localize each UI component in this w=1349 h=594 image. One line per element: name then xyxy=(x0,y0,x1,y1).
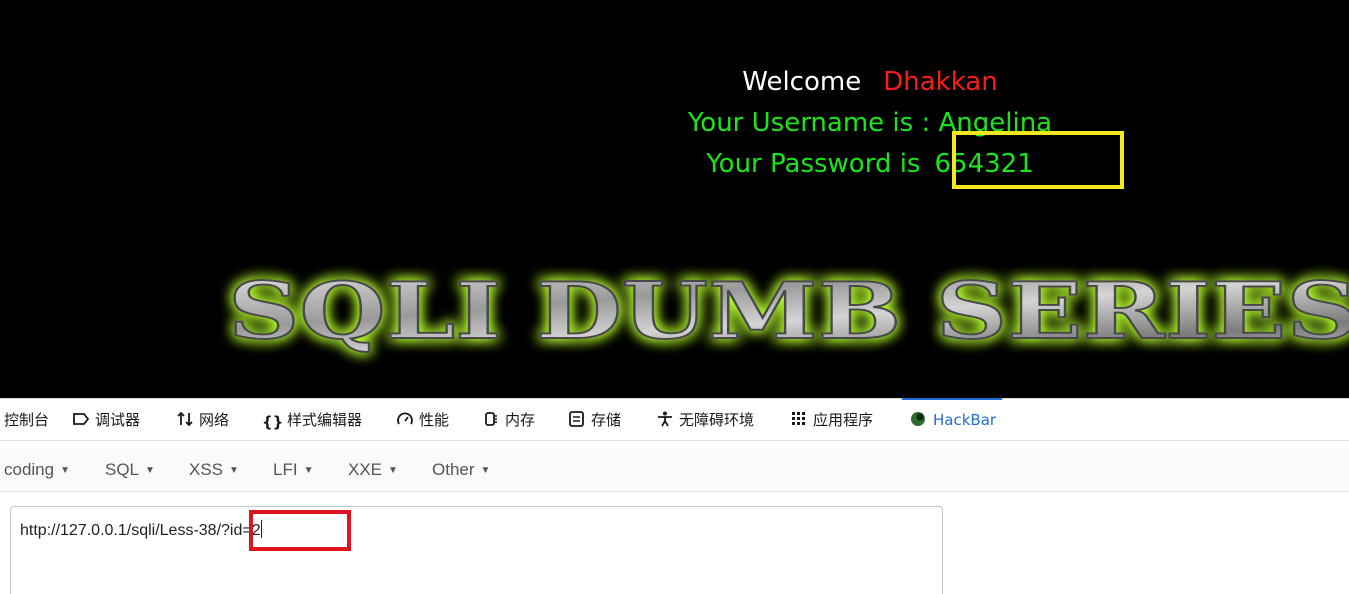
url-value: http://127.0.0.1/sqli/Less-38/?id=2 xyxy=(20,522,261,539)
braces-icon: {} xyxy=(262,413,284,431)
menu-label: XSS xyxy=(189,460,224,479)
menu-other[interactable]: Other ▼ xyxy=(432,449,490,491)
url-textarea[interactable]: http://127.0.0.1/sqli/Less-38/?id=2 xyxy=(10,506,943,594)
menu-xss[interactable]: XSS ▼ xyxy=(189,449,239,491)
chevron-down-icon: ▼ xyxy=(303,465,314,476)
tab-label: 控制台 xyxy=(4,411,50,429)
tab-label: 调试器 xyxy=(95,411,141,429)
chevron-down-icon: ▼ xyxy=(229,465,239,476)
url-param-highlight-box xyxy=(249,510,351,551)
chevron-down-icon: ▼ xyxy=(60,465,71,476)
menu-xxe[interactable]: XXE ▼ xyxy=(348,449,398,491)
menu-label: XXE xyxy=(348,460,383,479)
grid-apps-icon xyxy=(790,401,808,425)
tab-label: 内存 xyxy=(505,411,536,429)
tab-performance[interactable]: 性能 xyxy=(396,399,449,441)
tab-application[interactable]: 应用程序 xyxy=(790,399,873,441)
password-highlight-box xyxy=(952,131,1124,189)
tab-debugger[interactable]: 调试器 xyxy=(72,399,140,441)
tab-label: HackBar xyxy=(933,411,997,429)
password-label: Your Password is xyxy=(706,149,921,179)
network-arrows-icon xyxy=(176,401,194,427)
url-text: http://127.0.0.1/sqli/Less-38/?id=2 xyxy=(20,520,262,540)
tab-label: 网络 xyxy=(199,411,230,429)
welcome-label: Welcome xyxy=(742,67,862,97)
sqli-dumb-series-banner: SQLI DUMB SERIES xyxy=(227,265,1349,358)
menu-label: coding xyxy=(4,460,55,479)
welcome-name: Dhakkan xyxy=(883,67,998,97)
page-content: SQLI DUMB SERIES Welcome Dhakkan Your Use… xyxy=(0,0,1349,398)
tab-label: 样式编辑器 xyxy=(287,411,363,429)
chevron-down-icon: ▼ xyxy=(480,465,491,476)
tab-hackbar[interactable]: HackBar xyxy=(901,398,1003,441)
hackbar-menu: coding ▼ SQL ▼ XSS ▼ LFI ▼ XXE ▼ Other ▼ xyxy=(0,449,1349,492)
tab-label: 无障碍环境 xyxy=(679,411,755,429)
tab-accessibility[interactable]: 无障碍环境 xyxy=(656,399,754,441)
tab-label: 应用程序 xyxy=(813,411,874,429)
tab-network[interactable]: 网络 xyxy=(176,399,229,441)
banner-text: SQLI DUMB SERIES xyxy=(228,266,1349,357)
menu-label: LFI xyxy=(273,460,298,479)
hackbar-logo-icon xyxy=(910,401,928,426)
storage-icon xyxy=(568,401,586,427)
menu-encoding[interactable]: coding ▼ xyxy=(4,449,70,491)
menu-sql[interactable]: SQL ▼ xyxy=(105,449,155,491)
tab-storage[interactable]: 存储 xyxy=(568,399,621,441)
chevron-down-icon: ▼ xyxy=(145,465,155,476)
devtools-tab-bar: 控制台 调试器 网络 {} 样式编辑器 性能 内存 存储 无障碍环境 应用程序 … xyxy=(0,398,1349,441)
gauge-icon xyxy=(396,401,414,425)
chevron-down-icon: ▼ xyxy=(388,465,398,476)
tab-label: 性能 xyxy=(419,411,450,429)
menu-label: SQL xyxy=(105,460,140,479)
welcome-line: Welcome Dhakkan xyxy=(600,62,1140,103)
menu-label: Other xyxy=(432,460,475,479)
tab-label: 存储 xyxy=(591,411,622,429)
accessibility-icon xyxy=(656,401,674,427)
memory-chip-icon xyxy=(482,401,500,426)
debugger-icon xyxy=(72,401,90,425)
tab-console[interactable]: 控制台 xyxy=(4,399,49,441)
tab-memory[interactable]: 内存 xyxy=(482,399,535,441)
menu-lfi[interactable]: LFI ▼ xyxy=(273,449,313,491)
tab-style-editor[interactable]: {} 样式编辑器 xyxy=(262,399,362,441)
